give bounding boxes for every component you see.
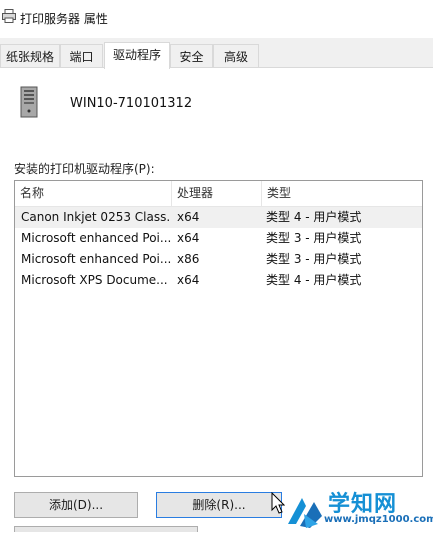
list-header: 名称 处理器 类型 [15,181,422,207]
tab-advanced[interactable]: 高级 [213,44,259,68]
tab-paper-sizes[interactable]: 纸张规格 [0,44,60,68]
watermark-url: www.jmqz1000.com [324,514,433,525]
column-header-name[interactable]: 名称 [15,181,171,206]
driver-name: Microsoft enhanced Poi... [21,231,171,245]
mouse-cursor-icon [271,492,285,514]
window-title: 打印服务器 属性 [20,12,108,26]
driver-type: 类型 3 - 用户模式 [266,252,362,266]
tab-ports[interactable]: 端口 [60,44,103,68]
tab-strip: 纸张规格 端口 驱动程序 安全 高级 [0,42,433,69]
watermark: 学知网 www.jmqz1000.com [284,486,433,532]
watermark-logo-icon [288,498,322,528]
drivers-list[interactable]: 名称 处理器 类型 Canon Inkjet 0253 Class... x64… [14,180,423,477]
tab-drivers[interactable]: 驱动程序 [104,42,170,69]
driver-type: 类型 4 - 用户模式 [266,273,362,287]
driver-processor: x86 [177,252,200,266]
server-name: WIN10-710101312 [70,96,193,111]
table-row[interactable]: Microsoft enhanced Poi... x64 类型 3 - 用户模… [15,228,422,249]
driver-name: Canon Inkjet 0253 Class... [21,210,171,224]
drivers-list-label: 安装的打印机驱动程序(P): [14,162,155,176]
driver-processor: x64 [177,210,200,224]
driver-processor: x64 [177,273,200,287]
table-row[interactable]: Microsoft XPS Docume... x64 类型 4 - 用户模式 [15,270,422,291]
driver-processor: x64 [177,231,200,245]
driver-name: Microsoft enhanced Poi... [21,252,171,266]
add-button[interactable]: 添加(D)... [14,492,138,518]
driver-type: 类型 3 - 用户模式 [266,231,362,245]
column-header-processor[interactable]: 处理器 [171,181,261,206]
server-icon [20,86,38,118]
table-row[interactable]: Microsoft enhanced Poi... x86 类型 3 - 用户模… [15,249,422,270]
delete-button[interactable]: 删除(R)... [156,492,282,518]
table-row[interactable]: Canon Inkjet 0253 Class... x64 类型 4 - 用户… [15,207,422,228]
properties-button[interactable] [14,526,198,532]
tab-security[interactable]: 安全 [170,44,213,68]
column-header-type[interactable]: 类型 [261,181,422,206]
title-bar: 打印服务器 属性 [0,0,433,38]
printer-icon [2,9,16,23]
driver-type: 类型 4 - 用户模式 [266,210,362,224]
driver-name: Microsoft XPS Docume... [21,273,168,287]
